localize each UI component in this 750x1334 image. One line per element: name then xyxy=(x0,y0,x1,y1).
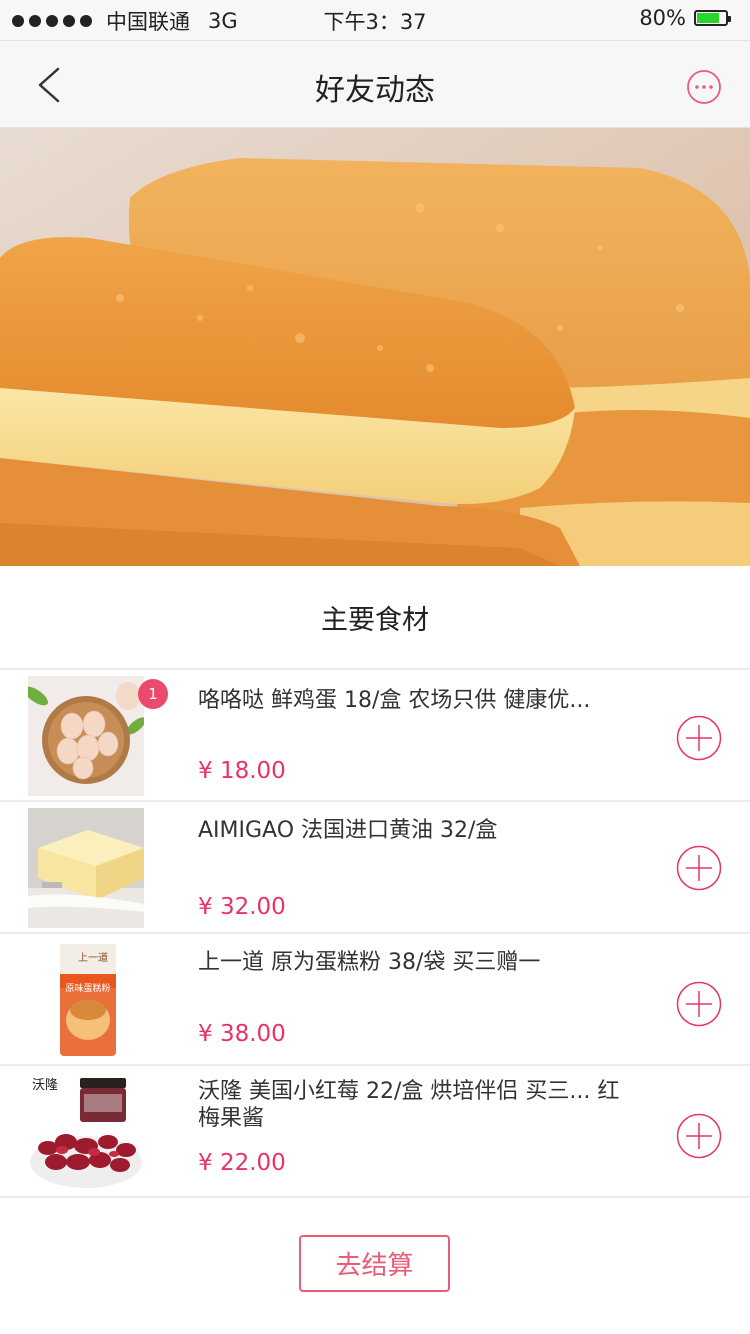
cranberry-image: 沃隆 xyxy=(28,1070,144,1190)
butter-image xyxy=(28,808,144,928)
item-price: ¥ 32.00 xyxy=(198,894,286,920)
list-item[interactable]: AIMIGAO 法国进口黄油 32/盒 ¥ 32.00 xyxy=(0,802,750,934)
more-circle-icon[interactable] xyxy=(686,69,722,105)
list-item[interactable]: 1 咯咯哒 鲜鸡蛋 18/盒 农场只供 健康优... ¥ 18.00 xyxy=(0,670,750,802)
page-title: 好友动态 xyxy=(315,73,435,108)
hero-cake-image xyxy=(0,128,750,566)
checkout-button[interactable]: 去结算 xyxy=(299,1235,450,1292)
add-circle-icon[interactable] xyxy=(676,981,722,1027)
flour-brand-text: 上一道 xyxy=(78,953,108,964)
item-price: ¥ 22.00 xyxy=(198,1150,286,1176)
cranberry-brand-text: 沃隆 xyxy=(32,1078,59,1093)
quantity-badge: 1 xyxy=(138,679,168,709)
battery-icon xyxy=(694,10,731,26)
navigation-bar: 好友动态 xyxy=(0,40,750,128)
status-bar: 中国联通 3G 下午3：37 80% xyxy=(0,0,750,40)
add-circle-icon[interactable] xyxy=(676,1113,722,1159)
item-price: ¥ 38.00 xyxy=(198,1021,286,1047)
list-item[interactable]: 上一道 原味蛋糕粉 上一道 原为蛋糕粉 38/袋 买三赠一 ¥ 38.00 xyxy=(0,934,750,1066)
item-name: 上一道 原为蛋糕粉 38/袋 买三赠一 xyxy=(198,950,541,975)
add-circle-icon[interactable] xyxy=(676,715,722,761)
item-name: 咯咯哒 鲜鸡蛋 18/盒 农场只供 健康优... xyxy=(198,688,591,713)
battery-percent: 80% xyxy=(639,6,686,30)
item-name: 沃隆 美国小红莓 22/盒 烘培伴侣 买三... 红梅果酱 xyxy=(198,1079,620,1131)
list-item[interactable]: 沃隆 沃隆 美国小红莓 22/盒 烘培伴侣 买三... 红梅果酱 ¥ 22.00 xyxy=(0,1066,750,1198)
clock: 下午3：37 xyxy=(323,10,427,34)
add-circle-icon[interactable] xyxy=(676,845,722,891)
item-price: ¥ 18.00 xyxy=(198,758,286,784)
eggs-image xyxy=(28,676,144,796)
section-title: 主要食材 xyxy=(321,605,429,636)
cake-flour-image: 上一道 原味蛋糕粉 xyxy=(28,940,144,1060)
flour-label-text: 原味蛋糕粉 xyxy=(65,984,111,994)
item-name: AIMIGAO 法国进口黄油 32/盒 xyxy=(198,818,498,843)
